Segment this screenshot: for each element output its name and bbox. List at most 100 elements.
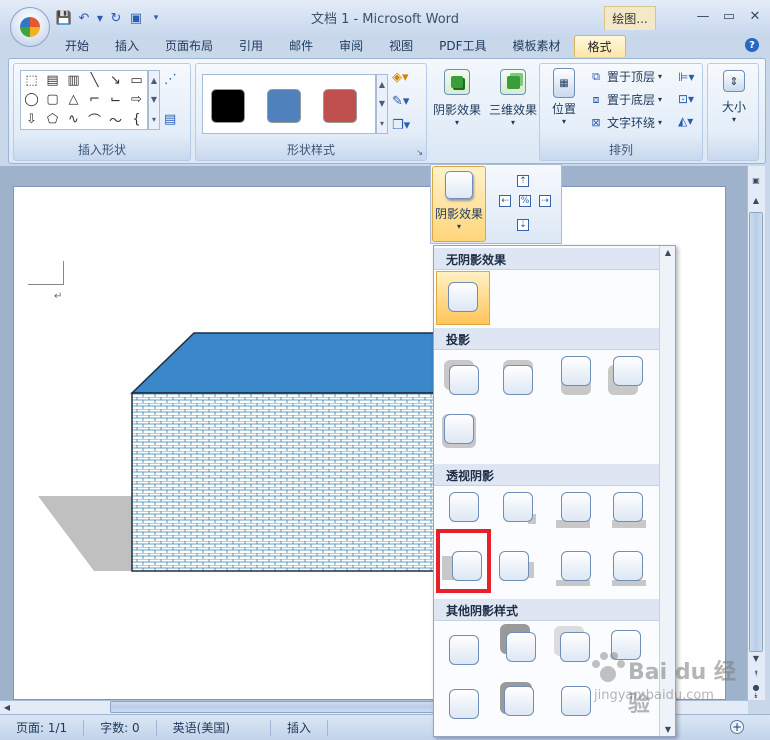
shape-fill-icon[interactable]: ◈▾ [392,70,409,85]
shadow-option-drop-1[interactable] [444,360,479,395]
ruler-toggle-icon[interactable]: ▣ [749,174,763,186]
shadow-option-other-6[interactable] [500,682,534,716]
insert-mode[interactable]: 插入 [271,719,329,736]
size-group: ⇕ 大小 ▾ [707,63,759,161]
shadow-option-perspective-7[interactable] [556,546,591,586]
shadow-effects-button[interactable]: 阴影效果 ▾ [432,166,486,242]
shadow-option-other-7[interactable] [556,686,591,720]
minimize-icon[interactable]: — [690,6,716,26]
text-wrap-button[interactable]: ⊠ 文字环绕 ▾ [588,114,662,131]
previous-page-icon[interactable]: ⯭ [749,668,763,680]
textbox-shape-icon[interactable]: ▤ [42,71,63,90]
shadow-option-other-1[interactable] [444,630,479,665]
drawing-tools-context-tab[interactable]: 绘图... [604,6,656,30]
style-swatch-blue[interactable] [267,89,301,123]
rectangle-shape-icon[interactable]: ▭ [126,71,147,90]
tab-review[interactable]: 审阅 [326,35,376,57]
change-shape-icon[interactable]: ❐▾ [392,118,410,133]
group-icon[interactable]: ⊡▾ [678,92,694,106]
rotate-icon[interactable]: ◭▾ [678,114,693,128]
word-count[interactable]: 字数: 0 [84,719,157,736]
edit-shape-icon[interactable]: ⋰ [164,72,177,87]
right-arrow-shape-icon[interactable]: ⇨ [126,90,147,109]
help-icon[interactable]: ? [745,38,759,52]
scroll-down-icon[interactable]: ▼ [749,652,763,664]
dialog-launcher-icon[interactable]: ↘ [416,148,423,157]
arc-shape-icon[interactable]: ⌒ [84,110,105,129]
tab-page-layout[interactable]: 页面布局 [152,35,226,57]
next-page-icon[interactable]: ⯯ [749,690,763,702]
style-swatch-black[interactable] [211,89,245,123]
tab-format[interactable]: 格式 [573,35,626,57]
tab-references[interactable]: 引用 [226,35,276,57]
nudge-down-icon[interactable]: ⇣ [517,219,529,231]
tab-mailings[interactable]: 邮件 [276,35,326,57]
restore-icon[interactable]: ▭ [716,6,742,26]
shape-outline-icon[interactable]: ✎▾ [392,94,409,109]
wave-shape-icon[interactable]: 〜 [105,110,126,129]
send-to-back-button[interactable]: ⧈ 置于底层 ▾ [588,91,663,108]
shadow-option-drop-5[interactable] [442,412,476,448]
cube-shape-icon[interactable]: ⬚ [21,71,42,90]
style-swatch-red[interactable] [323,89,357,123]
brace-shape-icon[interactable]: { [126,110,147,129]
3d-effects-button[interactable]: 三维效果 ▾ [485,69,541,127]
shadow-effects-ribbon-button[interactable]: 阴影效果 ▾ [430,69,484,127]
shape-styles-gallery[interactable] [202,74,376,134]
line-shape-icon[interactable]: ╲ [84,71,105,90]
arrow-line-shape-icon[interactable]: ↘ [105,71,126,90]
oval-shape-icon[interactable]: ◯ [21,90,42,109]
menu-scroll-up-icon[interactable]: ▲ [660,248,675,257]
scroll-up-icon[interactable]: ▲ [749,194,763,206]
shadow-option-none[interactable] [436,271,490,325]
elbow-arrow-shape-icon[interactable]: ⌙ [105,90,126,109]
bring-to-front-button[interactable]: ⧉ 置于顶层 ▾ [588,68,662,85]
close-icon[interactable]: ✕ [742,6,768,26]
tab-insert[interactable]: 插入 [102,35,152,57]
shadow-option-perspective-3[interactable] [556,492,591,528]
shadow-option-perspective-2[interactable] [498,492,536,526]
position-button[interactable]: ▦ 位置 ▾ [544,68,584,126]
page-count[interactable]: 页面: 1/1 [0,719,85,736]
shadow-option-other-3[interactable] [554,626,590,662]
align-icon[interactable]: ⊫▾ [678,70,694,84]
rounded-rect-shape-icon[interactable]: ▢ [42,90,63,109]
shapes-gallery[interactable]: ⬚ ▤ ▥ ╲ ↘ ▭ ◯ ▢ △ ⌐ ⌙ ⇨ ⇩ ⬠ ∿ ⌒ 〜 { [20,70,148,130]
styles-gallery-scroll[interactable]: ▲ ▼ ▾ [376,74,388,134]
textbox-icon[interactable]: ▤ [164,112,176,127]
nudge-right-icon[interactable]: ⇢ [539,195,551,207]
tab-template-material[interactable]: 模板素材 [500,35,574,57]
horizontal-scroll-thumb[interactable] [110,701,440,713]
tab-home[interactable]: 开始 [52,35,102,57]
shadow-option-drop-3[interactable] [556,356,591,395]
language-indicator[interactable]: 英语(美国) [157,719,272,736]
triangle-shape-icon[interactable]: △ [63,90,84,109]
shadow-option-other-5[interactable] [444,684,479,719]
shadow-option-drop-2[interactable] [498,360,533,395]
office-button[interactable] [10,7,50,47]
baidu-jingyan-watermark: Bai du 经验 jingyan.baidu.com [588,648,738,717]
menu-scroll-down-icon[interactable]: ▼ [660,725,675,734]
shadow-option-other-2[interactable] [500,624,536,662]
tab-pdf-tools[interactable]: PDF工具 [426,35,499,57]
shapes-gallery-scroll[interactable]: ▲ ▼ ▾ [148,70,160,130]
shadow-toggle-icon[interactable]: % [519,195,531,207]
vertical-scroll-thumb[interactable] [749,212,763,652]
down-arrow-shape-icon[interactable]: ⇩ [21,110,42,129]
shadow-option-perspective-1[interactable] [444,492,479,526]
pentagon-shape-icon[interactable]: ⬠ [42,110,63,129]
shadow-option-perspective-4[interactable] [608,492,646,528]
tab-view[interactable]: 视图 [376,35,426,57]
squiggle-shape-icon[interactable]: ∿ [63,110,84,129]
nudge-left-icon[interactable]: ⇠ [499,195,511,207]
zoom-in-icon[interactable]: + [730,720,744,734]
elbow-connector-shape-icon[interactable]: ⌐ [84,90,105,109]
shadow-option-perspective-6[interactable] [494,546,534,581]
shadow-option-drop-4[interactable] [608,356,643,395]
nudge-up-icon[interactable]: ⇡ [517,175,529,187]
shadow-option-perspective-8[interactable] [608,546,646,586]
ribbon-tabs: 开始 插入 页面布局 引用 邮件 审阅 视图 PDF工具 模板素材 格式 [52,35,626,57]
scroll-left-icon[interactable]: ◀ [0,701,14,713]
vertical-textbox-shape-icon[interactable]: ▥ [63,71,84,90]
size-button[interactable]: ⇕ 大小 ▾ [708,70,760,124]
